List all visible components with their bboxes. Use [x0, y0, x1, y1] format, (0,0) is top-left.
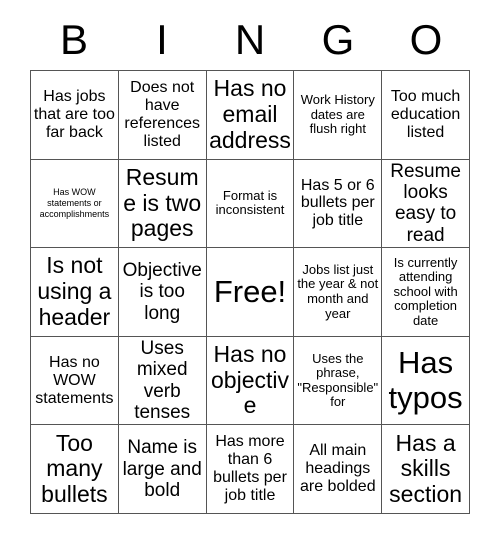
bingo-cell-label: Has more than 6 bullets per job title	[213, 433, 287, 505]
bingo-cell[interactable]: Uses mixed verb tenses	[118, 336, 207, 426]
bingo-cell-label: Has jobs that are too far back	[33, 87, 115, 141]
bingo-cell[interactable]: Is not using a header	[31, 248, 119, 337]
bingo-cell-label: Name is large and bold	[122, 437, 202, 501]
bingo-cell[interactable]: Has 5 or 6 bullets per job title	[294, 159, 383, 249]
bingo-card: B I N G O Has jobs that are too far back…	[0, 0, 500, 544]
bingo-cell[interactable]: Resume is two pages	[118, 159, 207, 249]
bingo-cell[interactable]: Has jobs that are too far back	[31, 71, 119, 160]
bingo-cell[interactable]: Uses the phrase, "Responsible" for	[294, 336, 383, 426]
bingo-cell[interactable]: Has no email address	[206, 71, 295, 160]
bingo-cell-label: Too many bullets	[41, 429, 108, 508]
bingo-cell-label: Has WOW statements or accomplishments	[39, 186, 110, 220]
bingo-cell[interactable]: Name is large and bold	[118, 425, 207, 514]
bingo-cell[interactable]: Is currently attending school with compl…	[382, 248, 470, 337]
bingo-cell[interactable]: Does not have references listed	[118, 71, 207, 160]
bingo-cell[interactable]: Jobs list just the year & not month and …	[294, 248, 383, 337]
bingo-cell-label: Free!	[213, 273, 287, 309]
bingo-cell-free[interactable]: Free!	[206, 248, 295, 337]
bingo-cell-label: Has a skills section	[389, 429, 463, 508]
bingo-cell[interactable]: All main headings are bolded	[294, 425, 383, 514]
bingo-cell[interactable]: Has no objective	[206, 336, 295, 426]
header-letter-i: I	[156, 16, 168, 63]
bingo-cell-label: Has no WOW statements	[35, 353, 114, 407]
header-letter-n: N	[234, 16, 266, 63]
bingo-cell-label: Uses the phrase, "Responsible" for	[297, 350, 379, 410]
header-letter-b: B	[59, 16, 88, 63]
bingo-cell-label: Objective is too long	[122, 260, 202, 324]
bingo-cell-label: Resume looks easy to read	[390, 160, 461, 246]
bingo-cell-label: Has 5 or 6 bullets per job title	[300, 176, 375, 230]
header-letter-o: O	[409, 16, 443, 63]
bingo-cell[interactable]: Work History dates are flush right	[294, 71, 383, 160]
bingo-cell-label: Has no email address	[209, 75, 291, 153]
bingo-cell-label: Too much education listed	[390, 87, 461, 141]
bingo-cell[interactable]: Has no WOW statements	[31, 336, 119, 426]
bingo-cell[interactable]: Has a skills section	[382, 425, 470, 514]
bingo-cell[interactable]: Resume looks easy to read	[382, 159, 470, 249]
bingo-cell[interactable]: Has typos	[382, 336, 470, 426]
bingo-cell-label: All main headings are bolded	[299, 442, 376, 496]
bingo-cell-label: Resume is two pages	[123, 163, 202, 242]
bingo-cell-label: Is currently attending school with compl…	[393, 254, 458, 328]
bingo-cell-label: Is not using a header	[37, 252, 112, 330]
bingo-grid: Has jobs that are too far back Does not …	[30, 70, 470, 514]
bingo-cell[interactable]: Too many bullets	[31, 425, 119, 514]
bingo-cell-label: Format is inconsistent	[215, 187, 285, 218]
bingo-cell-label: Has no objective	[211, 340, 289, 419]
bingo-cell[interactable]: Too much education listed	[382, 71, 470, 160]
bingo-cell-label: Jobs list just the year & not month and …	[297, 261, 379, 321]
bingo-cell[interactable]: Has more than 6 bullets per job title	[206, 425, 295, 514]
bingo-cell[interactable]: Has WOW statements or accomplishments	[31, 159, 119, 249]
bingo-header: B I N G O	[30, 12, 470, 68]
bingo-cell-label: Has typos	[388, 344, 463, 415]
bingo-cell[interactable]: Format is inconsistent	[206, 159, 295, 249]
bingo-cell-label: Work History dates are flush right	[300, 91, 375, 137]
header-letter-g: G	[321, 16, 355, 63]
bingo-cell-label: Does not have references listed	[124, 78, 200, 150]
bingo-cell-label: Uses mixed verb tenses	[134, 338, 191, 423]
bingo-cell[interactable]: Objective is too long	[118, 248, 207, 337]
